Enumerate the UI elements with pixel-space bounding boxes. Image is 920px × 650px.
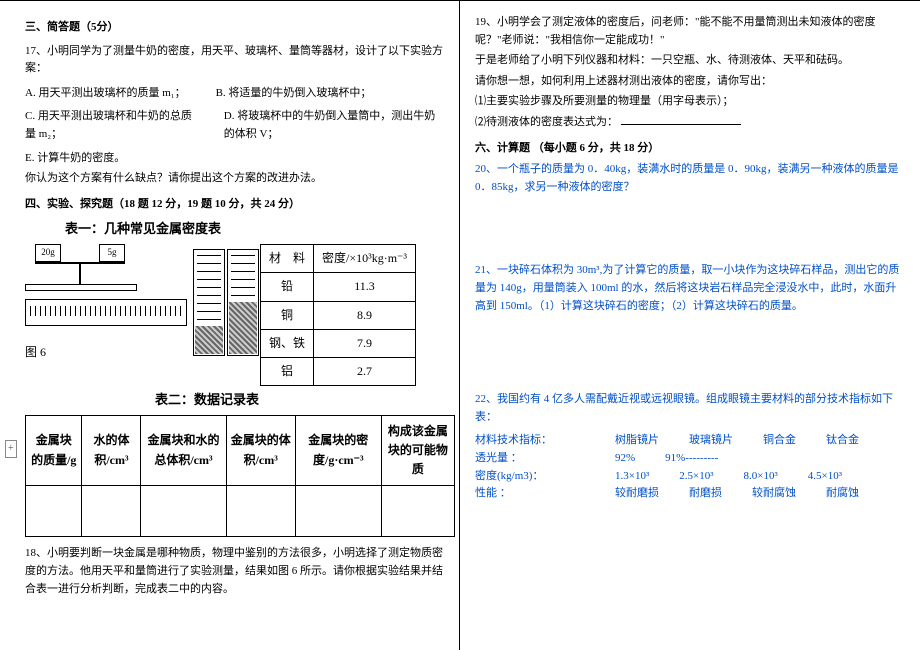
spec-trans1: 91%--------- [665,450,718,468]
spec-perf3: 耐腐蚀 [826,485,859,503]
spec-col3: 钛合金 [826,432,859,450]
spec-col2: 铜合金 [763,432,796,450]
spec-header-row: 材料技术指标： 树脂镜片 玻璃镜片 铜合金 钛合金 [475,432,905,450]
cylinder-b [227,249,259,356]
spec-perf-label: 性能 ： [475,485,585,503]
q19-ask: 请你想一想，如何利用上述器材测出液体的密度，请你写出： [475,73,905,91]
rec-h2: 金属块和水的总体积/cm³ [141,415,226,486]
balance-left-pan: 20g [35,244,61,262]
q17-a: A. 用天平测出玻璃杯的质量 m₁； [25,85,186,103]
q21: 21、一块碎石体积为 30m³,为了计算它的质量，取一小块作为这块碎石样品，测出… [475,262,905,315]
spec-perf0: 较耐磨损 [615,485,659,503]
dens-r3-rho: 2.7 [314,357,416,385]
spec-trans-row: 透光量 ： 92% 91%--------- [475,450,905,468]
spec-dens0: 1.3×10³ [615,468,649,486]
q19-sub2: ⑵待测液体的密度表达式为： [475,114,905,132]
figure-6: 20g 5g 图 6 [25,244,255,364]
spec-dens-label: 密度(kg/m3)： [475,468,585,486]
rec-h5: 构成该金属块的可能物质 [381,415,454,486]
spec-dens1: 2.5×10³ [679,468,713,486]
dens-r0-rho: 11.3 [314,273,416,301]
q17-c: C. 用天平测出玻璃杯和牛奶的总质量 m₂； [25,108,194,143]
dens-r2-mat: 钢、铁 [261,329,314,357]
spec-dens2: 8.0×10³ [744,468,778,486]
q19-sub1: ⑴主要实验步骤及所要测量的物理量（用字母表示）； [475,93,905,111]
spec-perf-row: 性能 ： 较耐磨损 耐磨损 较耐腐蚀 耐腐蚀 [475,485,905,503]
dens-r1-mat: 铜 [261,301,314,329]
rec-h0: 金属块的质量/g [26,415,82,486]
spec-perf1: 耐磨损 [689,485,722,503]
spec-perf2: 较耐腐蚀 [752,485,796,503]
q20: 20、一个瓶子的质量为 0．40kg，装满水时的质量是 0．90kg，装满另一种… [475,161,905,196]
spec-dens-row: 密度(kg/m3)： 1.3×10³ 2.5×10³ 8.0×10³ 4.5×1… [475,468,905,486]
spec-col1: 玻璃镜片 [689,432,733,450]
cylinder-a [193,249,225,356]
section3-title: 三、简答题（5分） [25,19,444,37]
rec-h1: 水的体积/cm³ [82,415,141,486]
rec-h4: 金属块的密度/g·cm⁻³ [295,415,381,486]
spec-trans-label: 透光量 ： [475,450,585,468]
record-table: 金属块的质量/g 水的体积/cm³ 金属块和水的总体积/cm³ 金属块的体积/c… [25,415,455,538]
q22-intro: 22、我国约有 4 亿多人需配戴近视或远视眼镜。组成眼镜主要材料的部分技术指标如… [475,391,905,426]
rec-h3: 金属块的体积/cm³ [226,415,295,486]
q17-e: E. 计算牛奶的密度。 [25,150,444,168]
dens-r3-mat: 铝 [261,357,314,385]
balance-right-pan: 5g [99,244,125,262]
section4-title: 四、实验、探究题（18 题 12 分，19 题 10 分，共 24 分） [25,196,444,214]
spec-trans0: 92% [615,450,635,468]
q17-ask: 你认为这个方案有什么缺点？请你提出这个方案的改进办法。 [25,170,444,188]
q19-given: 于是老师给了小明下列仪器和材料：一只空瓶、水、待测液体、天平和砝码。 [475,52,905,70]
q17-intro: 17、小明同学为了测量牛奶的密度，用天平、玻璃杯、量筒等器材，设计了以下实验方案… [25,43,444,78]
dens-r2-rho: 7.9 [314,329,416,357]
spec-header-label: 材料技术指标： [475,432,585,450]
answer-blank[interactable] [621,124,741,125]
table2-caption: 表二：数据记录表 [155,390,444,411]
dens-head-mat: 材 料 [261,245,314,273]
q18: 18、小明要判断一块金属是哪种物质，物理中鉴别的方法很多，小明选择了测定物质密度… [25,545,444,598]
spec-dens3: 4.5×10³ [808,468,842,486]
dens-r1-rho: 8.9 [314,301,416,329]
q19-sub2-pre: ⑵待测液体的密度表达式为： [475,116,618,128]
expand-icon[interactable]: + [5,440,17,458]
q17-d: D. 将玻璃杯中的牛奶倒入量筒中，测出牛奶的体积 V； [224,108,444,143]
table1-caption: 表一：几种常见金属密度表 [65,219,444,240]
figure-label: 图 6 [25,343,46,362]
spec-col0: 树脂镜片 [615,432,659,450]
dens-head-rho: 密度/×10³kg·m⁻³ [314,245,416,273]
density-table: 材 料 密度/×10³kg·m⁻³ 铅11.3 铜8.9 钢、铁7.9 铝2.7 [260,244,416,386]
q19-intro: 19、小明学会了测定液体的密度后，问老师："能不能不用量筒测出未知液体的密度呢？… [475,14,905,49]
q17-b: B. 将适量的牛奶倒入玻璃杯中； [216,85,372,103]
dens-r0-mat: 铅 [261,273,314,301]
section6-title: 六、计算题 （每小题 6 分，共 18 分） [475,140,905,158]
ruler-icon [25,299,187,326]
